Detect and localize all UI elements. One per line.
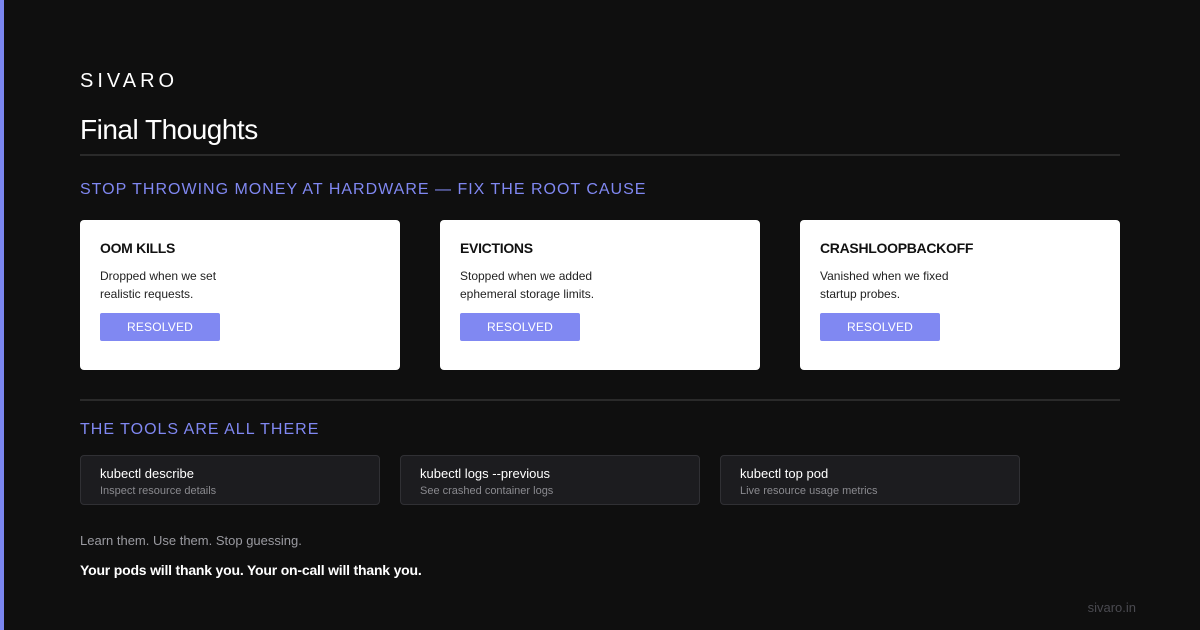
note-text: Learn them. Use them. Stop guessing. — [80, 533, 302, 548]
tool-card-describe: kubectl describe Inspect resource detail… — [80, 455, 380, 505]
tool-command: kubectl top pod — [740, 466, 829, 481]
tool-card-top: kubectl top pod Live resource usage metr… — [720, 455, 1020, 505]
tool-command: kubectl describe — [100, 466, 194, 481]
card-body: Dropped when we set realistic requests. — [100, 269, 217, 301]
card-body: Stopped when we added ephemeral storage … — [460, 269, 595, 301]
resolved-badge: RESOLVED — [820, 313, 940, 341]
accent-bar — [0, 0, 4, 630]
card-title: EVICTIONS — [460, 240, 533, 256]
tool-description: See crashed container logs — [420, 485, 554, 497]
footer-url: sivaro.in — [1087, 600, 1136, 615]
card-title: OOM KILLS — [100, 240, 176, 256]
tool-description: Live resource usage metrics — [740, 485, 878, 497]
tool-description: Inspect resource details — [100, 485, 217, 497]
section-heading-root-cause: STOP THROWING MONEY AT HARDWARE — FIX TH… — [80, 181, 647, 198]
closing-text: Your pods will thank you. Your on-call w… — [80, 562, 422, 578]
card-body: Vanished when we fixed startup probes. — [820, 269, 949, 301]
card-crashloopbackoff: CRASHLOOPBACKOFF Vanished when we fixed … — [800, 220, 1120, 370]
page-title: Final Thoughts — [80, 114, 258, 145]
card-title: CRASHLOOPBACKOFF — [820, 240, 974, 256]
card-evictions: EVICTIONS Stopped when we added ephemera… — [440, 220, 760, 370]
resolved-badge: RESOLVED — [460, 313, 580, 341]
divider — [80, 399, 1120, 401]
section-heading-tools: THE TOOLS ARE ALL THERE — [80, 421, 320, 438]
brand-logo: SIVARO — [80, 70, 179, 92]
tool-card-logs: kubectl logs --previous See crashed cont… — [400, 455, 700, 505]
card-oom-kills: OOM KILLS Dropped when we set realistic … — [80, 220, 400, 370]
tool-command: kubectl logs --previous — [420, 466, 551, 481]
divider — [80, 154, 1120, 156]
resolved-badge: RESOLVED — [100, 313, 220, 341]
